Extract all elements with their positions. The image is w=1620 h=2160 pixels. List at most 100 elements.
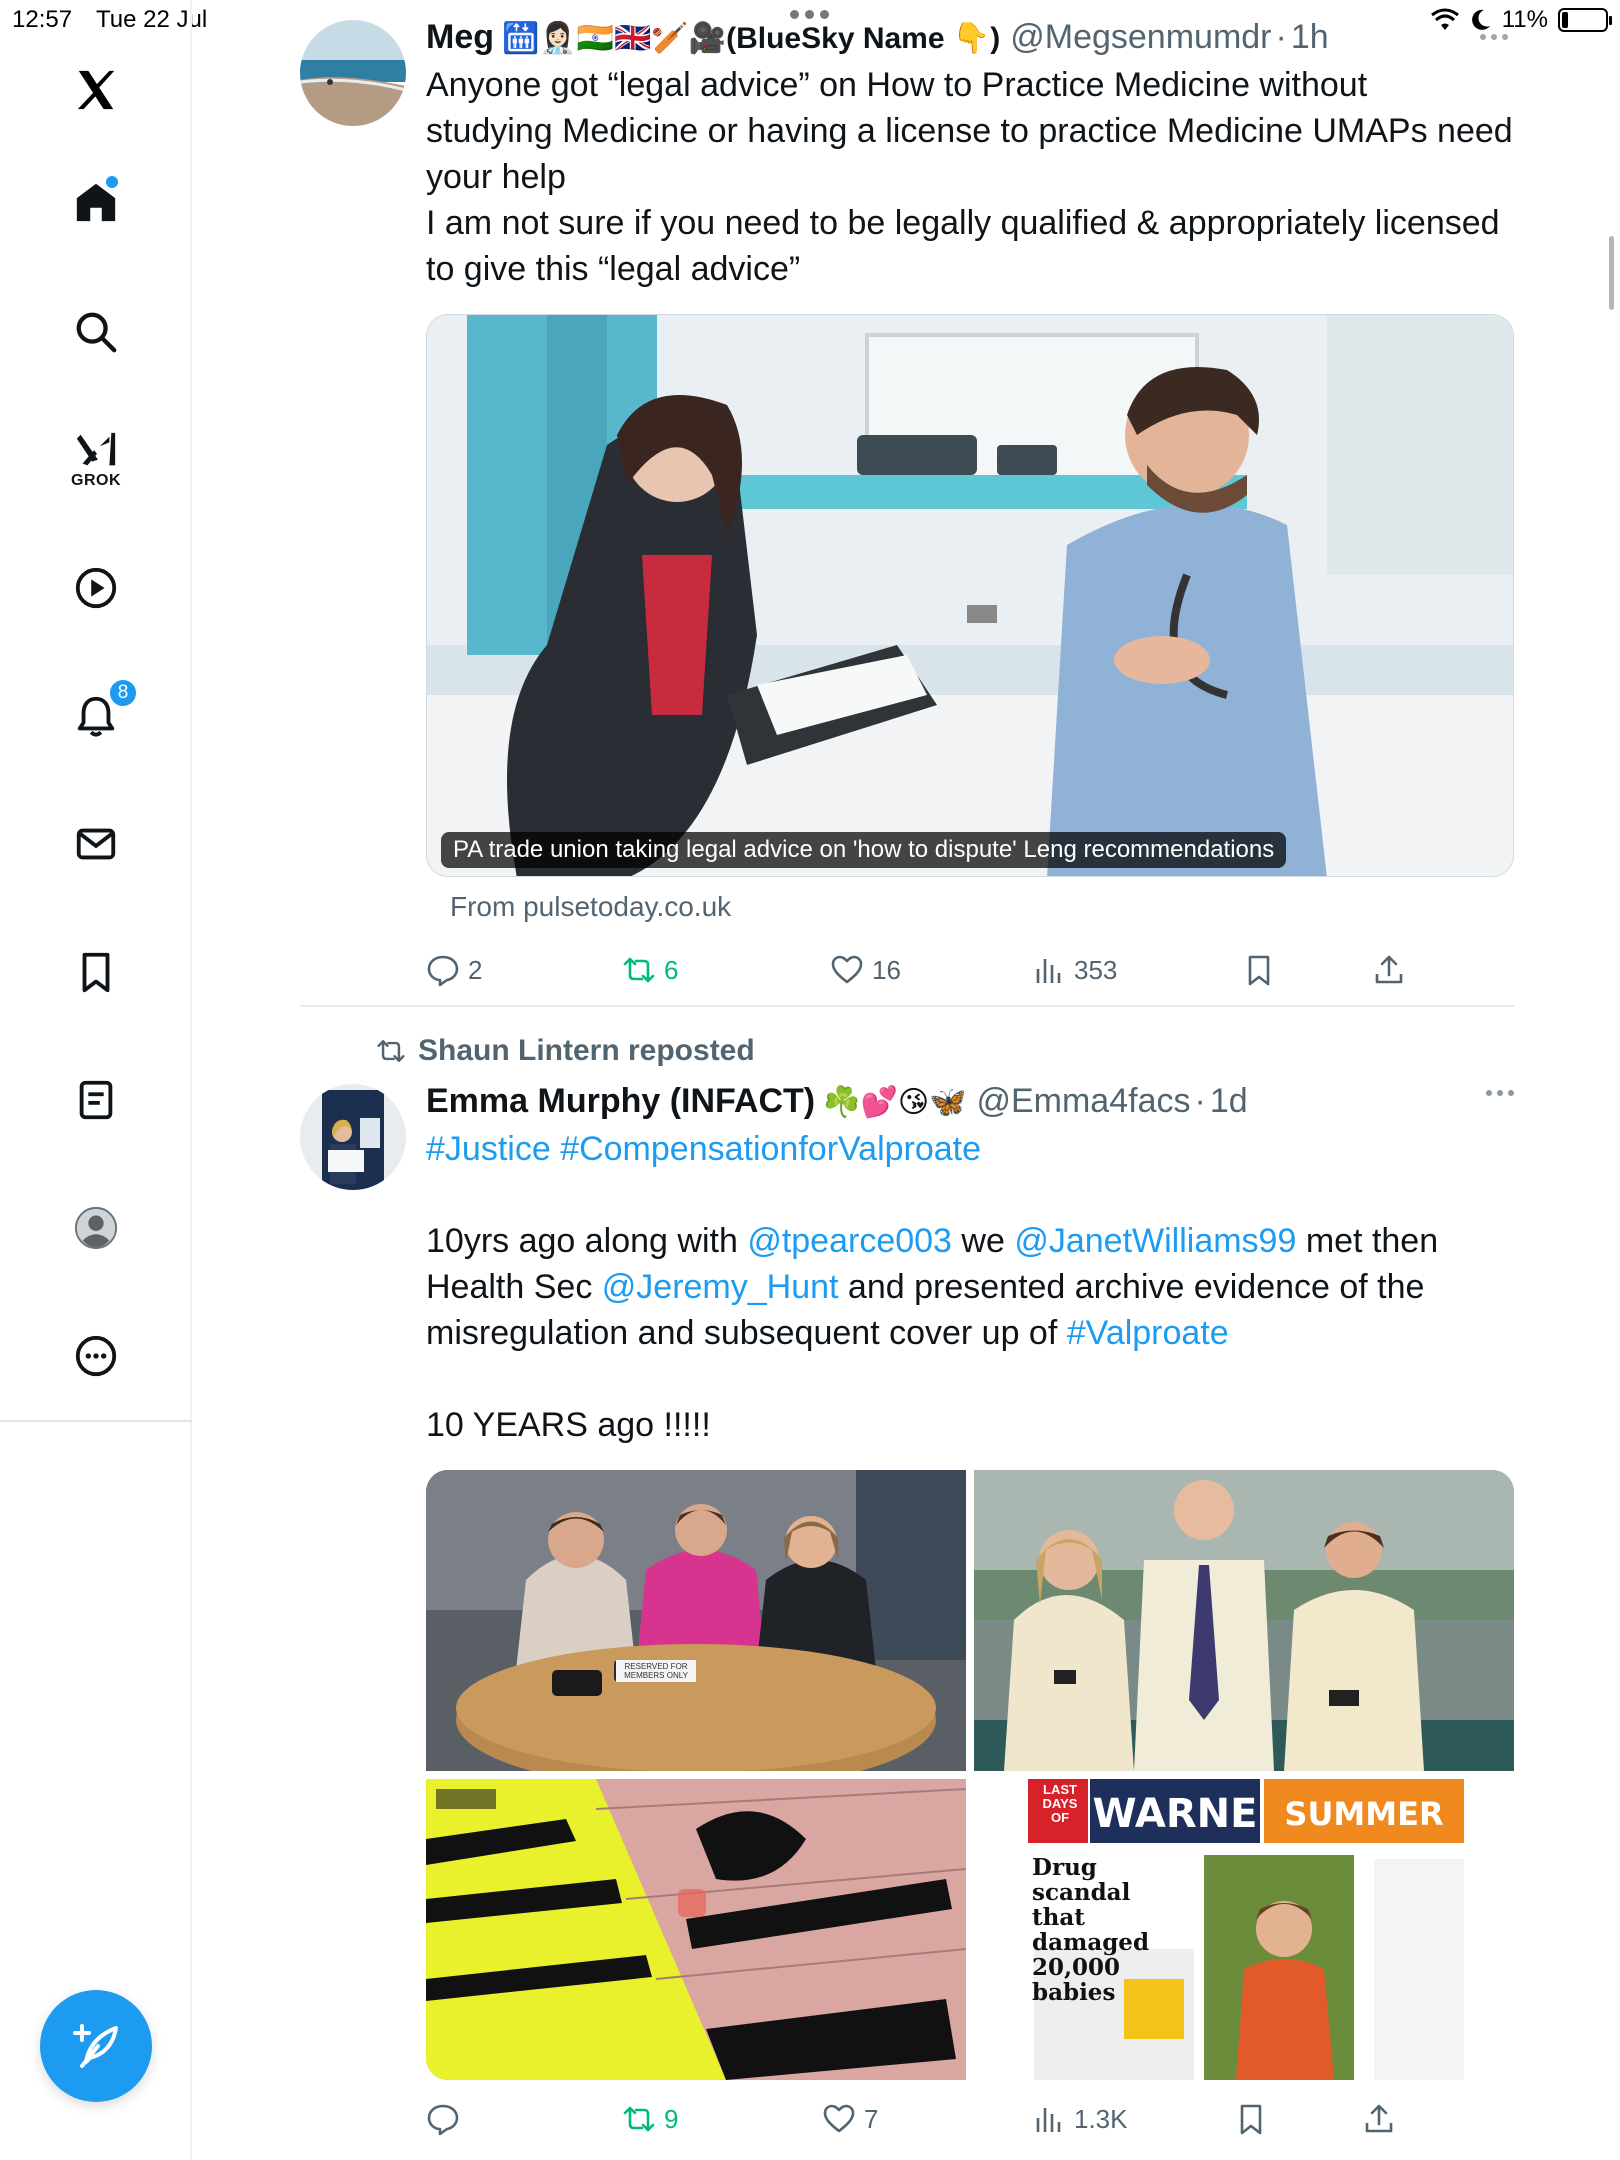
image-grid: RESERVED FOR MEMBERS ONLY LAST DAYS OF W… — [426, 1470, 1514, 2080]
banner-right: SUMMER — [1284, 1795, 1444, 1833]
share-button[interactable] — [1362, 2102, 1396, 2136]
mention-janetwilliams99[interactable]: @JanetWilliams99 — [1014, 1222, 1296, 1260]
tweet-actions: 9 7 1.3K — [426, 2102, 1514, 2146]
tweet-line: 10yrs ago along with @tpearce003 we @Jan… — [426, 1218, 1514, 1264]
repost-button[interactable]: 6 — [622, 953, 678, 987]
hashtag-justice[interactable]: #Justice — [426, 1130, 551, 1168]
author-handle[interactable]: @Megsenmumdr — [1010, 18, 1271, 57]
compose-button[interactable] — [40, 1990, 152, 2102]
card-caption: PA trade union taking legal advice on 'h… — [441, 832, 1287, 868]
reserved-sign: RESERVED FOR MEMBERS ONLY — [616, 1660, 696, 1682]
x-logo-icon[interactable] — [60, 54, 132, 126]
share-button[interactable] — [1372, 953, 1406, 987]
tweet-line: your help — [426, 158, 566, 196]
avatar[interactable] — [300, 20, 406, 126]
hashtag-valproate[interactable]: #Valproate — [1067, 1314, 1229, 1352]
author-emojis: 🛗👩🏻‍⚕️🇮🇳🇬🇧🏏🎥(BlueSky Name 👇) — [502, 22, 1001, 55]
headline-line: 20,000 babies — [1032, 1954, 1121, 2006]
heart-icon — [831, 955, 863, 984]
text-segment: and presented archive evidence of the — [838, 1268, 1425, 1306]
text-segment: Health Sec — [426, 1268, 602, 1306]
author-emojis: ☘️💕😘🦋 — [823, 1086, 967, 1119]
scrollbar[interactable] — [1609, 236, 1614, 310]
tweet[interactable]: Emma Murphy (INFACT) ☘️💕😘🦋 @Emma4facs · … — [300, 1082, 1514, 2152]
author-name[interactable]: Meg — [426, 18, 494, 57]
link-card[interactable]: PA trade union taking legal advice on 'h… — [426, 314, 1514, 877]
views-count: 353 — [1074, 954, 1118, 985]
mail-icon — [76, 828, 116, 860]
views-button[interactable]: 1.3K — [1032, 2102, 1128, 2136]
nav-video[interactable] — [60, 552, 132, 624]
bookmark-button[interactable] — [1234, 2102, 1268, 2136]
like-button[interactable]: 16 — [830, 953, 901, 987]
separator-dot: · — [1275, 18, 1287, 56]
nav-bookmarks[interactable] — [60, 936, 132, 1008]
tweet-body: Emma Murphy (INFACT) ☘️💕😘🦋 @Emma4facs · … — [426, 1082, 1514, 2146]
views-button[interactable]: 353 — [1032, 953, 1117, 987]
author-handle[interactable]: @Emma4facs — [976, 1082, 1190, 1121]
bookmark-button[interactable] — [1242, 953, 1276, 987]
tweet-text: Anyone got “legal advice” on How to Prac… — [426, 62, 1514, 292]
reply-button[interactable]: 2 — [426, 953, 482, 987]
reply-count: 2 — [468, 954, 483, 985]
tweet[interactable]: Meg 🛗👩🏻‍⚕️🇮🇳🇬🇧🏏🎥(BlueSky Name 👇) @Megsen… — [300, 18, 1514, 987]
mention-jeremy-hunt[interactable]: @Jeremy_Hunt — [602, 1268, 839, 1306]
reply-button[interactable] — [426, 2102, 468, 2136]
avatar[interactable] — [300, 1084, 406, 1190]
meeting-photo — [426, 1470, 966, 1771]
author-name[interactable]: Emma Murphy (INFACT) — [426, 1082, 815, 1121]
card-image — [427, 315, 1513, 876]
home-unread-dot — [106, 176, 118, 188]
repost-count: 9 — [664, 2103, 679, 2134]
tweet-divider — [300, 1005, 1514, 1007]
battery-icon — [1558, 8, 1612, 32]
share-icon — [1365, 2104, 1393, 2133]
like-button[interactable]: 7 — [822, 2102, 878, 2136]
photo-group-standing[interactable] — [974, 1470, 1514, 1771]
views-icon — [1036, 959, 1061, 983]
views-count: 1.3K — [1074, 2103, 1128, 2134]
repost-icon — [623, 957, 655, 983]
nav-messages[interactable] — [60, 808, 132, 880]
photo-newspaper[interactable]: LAST DAYS OF WARNE SUMMER Drug scandal t… — [974, 1779, 1514, 2080]
photo-meeting-table[interactable]: RESERVED FOR MEMBERS ONLY — [426, 1470, 966, 1771]
like-count: 16 — [872, 954, 901, 985]
card-source[interactable]: From pulsetoday.co.uk — [450, 891, 1514, 923]
tweet-time[interactable]: 1d — [1210, 1082, 1248, 1121]
headline-line: that damaged — [1032, 1904, 1150, 1956]
nav-more[interactable] — [60, 1320, 132, 1392]
hashtag-compensation[interactable]: #CompensationforValproate — [560, 1130, 981, 1168]
reply-icon — [427, 955, 459, 987]
compose-icon — [73, 2024, 118, 2068]
tweet-actions: 2 6 16 353 — [426, 953, 1514, 997]
grok-label: GROK — [71, 472, 121, 489]
nav-notifications[interactable]: 8 — [60, 678, 138, 752]
sidebar: GROK 8 — [0, 0, 192, 2160]
tweet-text: #Justice #CompensationforValproate 10yrs… — [426, 1126, 1514, 1448]
banner-avatar-image — [300, 1084, 406, 1190]
banner-left: LAST DAYS OF — [1042, 1782, 1078, 1825]
more-options-icon[interactable] — [1486, 1090, 1514, 1096]
photo-redacted-documents[interactable] — [426, 1779, 966, 2080]
repost-count: 6 — [664, 954, 679, 985]
text-segment: 10yrs ago along with — [426, 1222, 748, 1260]
tweet-time[interactable]: 1h — [1291, 18, 1329, 57]
views-icon — [1036, 2108, 1061, 2132]
grok-icon — [76, 432, 116, 466]
nav-profile[interactable] — [60, 1192, 132, 1264]
nav-search[interactable] — [60, 296, 132, 368]
repost-context[interactable]: Shaun Lintern reposted — [376, 1034, 755, 1068]
headline-line: Drug scandal — [1032, 1854, 1131, 1906]
profile-icon — [74, 1206, 118, 1250]
nav-grok[interactable]: GROK — [60, 416, 132, 489]
nav-home[interactable] — [60, 166, 132, 238]
mention-tpearce003[interactable]: @tpearce003 — [747, 1222, 952, 1260]
nav-lists[interactable] — [60, 1064, 132, 1136]
repost-button[interactable]: 9 — [622, 2102, 678, 2136]
hashtag-line: #Justice #CompensationforValproate — [426, 1126, 1514, 1172]
banner-mid: WARNE — [1092, 1791, 1258, 1837]
tweet-line: 10 YEARS ago !!!!! — [426, 1406, 711, 1444]
repost-icon — [623, 2106, 655, 2132]
